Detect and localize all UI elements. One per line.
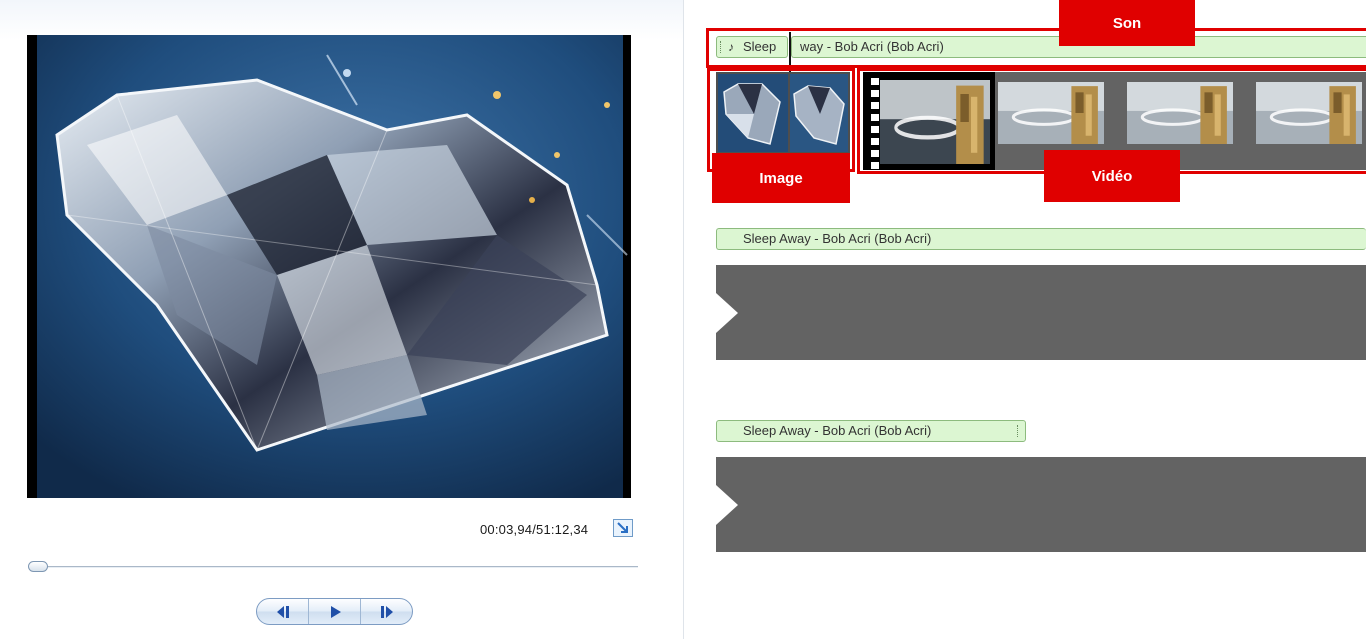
diamond-preview-image xyxy=(27,35,631,498)
next-frame-button[interactable] xyxy=(361,599,412,624)
video-clip[interactable] xyxy=(716,457,1366,552)
play-icon xyxy=(330,605,341,618)
preview-monitor[interactable] xyxy=(27,35,631,498)
fullscreen-preview-button[interactable] xyxy=(613,519,633,537)
time-readout: 00:03,94/51:12,34 xyxy=(480,522,589,537)
audio-clip-title: Sleep Away - Bob Acri (Bob Acri) xyxy=(743,231,932,246)
play-button[interactable] xyxy=(309,599,361,624)
next-frame-icon xyxy=(380,605,393,618)
image-annotation-label: Image xyxy=(712,153,850,203)
expand-icon xyxy=(617,522,628,533)
sound-annotation-box xyxy=(706,28,1366,68)
audio-clip[interactable]: Sleep Away - Bob Acri (Bob Acri) xyxy=(716,420,1026,442)
seek-bar[interactable] xyxy=(30,566,638,568)
sound-annotation-label: Son xyxy=(1059,0,1195,46)
previous-frame-button[interactable] xyxy=(257,599,309,624)
video-clip[interactable] xyxy=(716,265,1366,360)
seek-thumb[interactable] xyxy=(28,561,48,572)
audio-clip[interactable]: Sleep Away - Bob Acri (Bob Acri) xyxy=(716,228,1366,250)
previous-frame-icon xyxy=(276,605,289,618)
preview-pane: 00:03,94/51:12,34 xyxy=(0,0,684,639)
video-annotation-label: Vidéo xyxy=(1044,150,1180,202)
playback-controls xyxy=(256,598,413,625)
audio-grip[interactable] xyxy=(1017,425,1020,437)
audio-clip-title: Sleep Away - Bob Acri (Bob Acri) xyxy=(743,423,932,438)
